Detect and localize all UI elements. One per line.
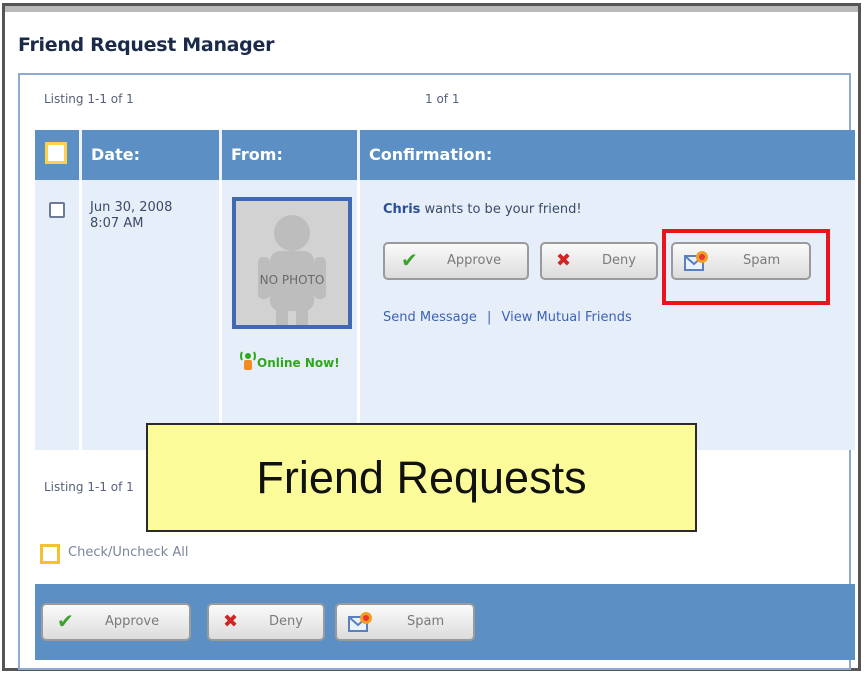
request-date: Jun 30, 2008 8:07 AM (90, 200, 172, 232)
listing-count-top: Listing 1-1 of 1 (44, 92, 134, 106)
bulk-approve-button[interactable]: ✔ Approve (41, 603, 191, 641)
no-photo-label: NO PHOTO (259, 273, 325, 287)
table-header: Date: From: Confirmation: (35, 130, 855, 180)
online-status-text: Online Now! (257, 356, 340, 370)
friend-requests-callout: Friend Requests (146, 423, 697, 532)
column-from: From: (231, 145, 283, 164)
checkmark-icon: ✔ (401, 248, 418, 272)
deny-button[interactable]: ✖ Deny (540, 242, 658, 280)
column-confirmation: Confirmation: (369, 145, 493, 164)
bulk-spam-label: Spam (407, 614, 445, 629)
requester-name[interactable]: Chris (383, 202, 420, 217)
send-message-link[interactable]: Send Message (383, 310, 477, 325)
request-links: Send Message | View Mutual Friends (383, 310, 632, 325)
profile-photo[interactable]: NO PHOTO (232, 197, 352, 329)
request-message-text: wants to be your friend! (420, 202, 582, 217)
window-frame: Friend Request Manager Listing 1-1 of 1 … (2, 3, 861, 671)
bulk-spam-button[interactable]: Spam (335, 603, 475, 641)
approve-button-label: Approve (447, 253, 502, 268)
header-divider (219, 130, 222, 180)
pager: 1 of 1 (425, 92, 460, 106)
row-divider (219, 180, 222, 450)
bulk-deny-label: Deny (269, 614, 303, 629)
friend-request-message: Chris wants to be your friend! (383, 202, 582, 217)
deny-button-label: Deny (602, 253, 636, 268)
check-all-checkbox[interactable] (40, 544, 60, 564)
bulk-approve-label: Approve (105, 614, 160, 629)
top-divider (5, 6, 858, 12)
x-icon: ✖ (223, 611, 239, 632)
page-title: Friend Request Manager (18, 34, 275, 56)
view-mutual-friends-link[interactable]: View Mutual Friends (502, 310, 632, 325)
x-icon: ✖ (556, 250, 572, 271)
row-divider (79, 180, 82, 450)
approve-button[interactable]: ✔ Approve (383, 242, 529, 280)
table-row: Jun 30, 2008 8:07 AM NO PHOTO Online Now… (35, 180, 855, 450)
spam-icon (348, 612, 372, 632)
listing-count-bottom: Listing 1-1 of 1 (44, 480, 134, 494)
link-separator: | (487, 310, 492, 325)
request-date-day: Jun 30, 2008 (90, 200, 173, 215)
request-panel: Listing 1-1 of 1 1 of 1 Date: From: Conf… (18, 73, 855, 670)
spam-highlight-box (662, 229, 830, 305)
checkmark-icon: ✔ (57, 609, 74, 633)
row-divider (357, 180, 360, 450)
request-date-time: 8:07 AM (90, 216, 144, 231)
online-status-icon (240, 351, 256, 370)
check-all-label[interactable]: Check/Uncheck All (68, 545, 188, 560)
silhouette-icon (236, 201, 348, 325)
header-divider (357, 130, 360, 180)
select-all-checkbox-header[interactable] (45, 142, 67, 164)
column-date: Date: (91, 145, 140, 164)
row-checkbox[interactable] (49, 202, 65, 218)
header-divider (79, 130, 82, 180)
bulk-deny-button[interactable]: ✖ Deny (207, 603, 325, 641)
bulk-action-bar: ✔ Approve ✖ Deny Spam (35, 584, 855, 660)
